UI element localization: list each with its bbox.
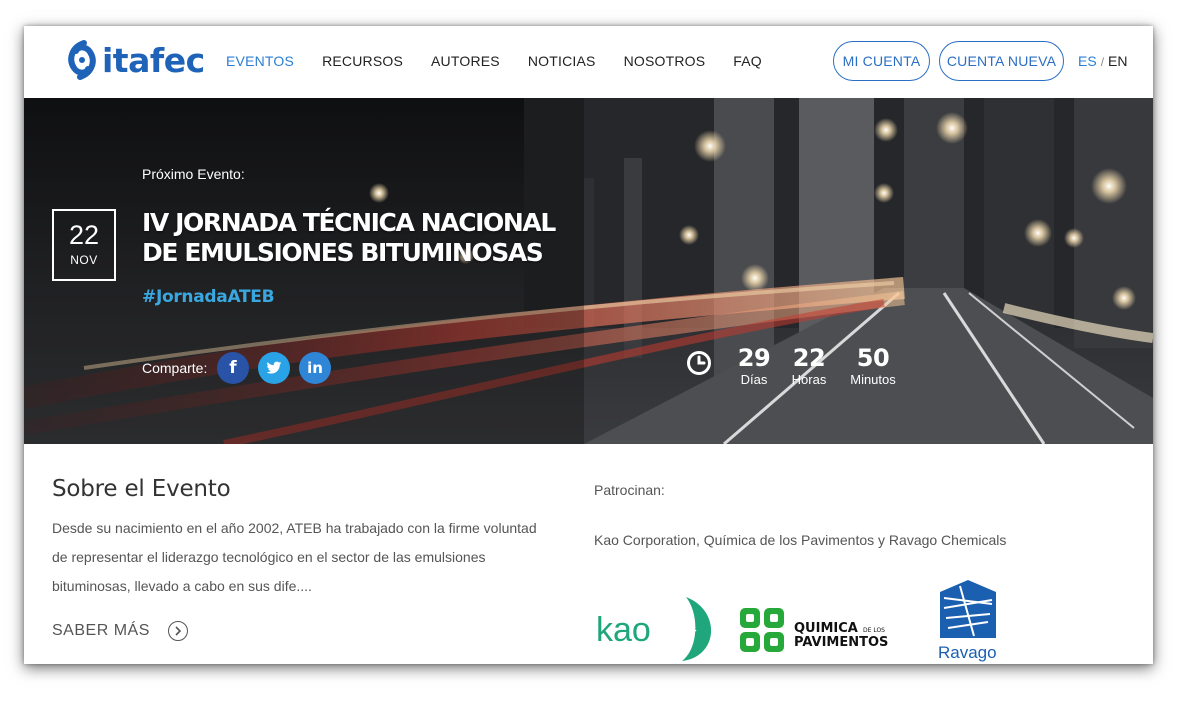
read-more-label: SABER MÁS xyxy=(52,622,150,639)
nav-recursos[interactable]: RECURSOS xyxy=(322,53,403,69)
browser-page: itafec EVENTOS RECURSOS AUTORES NOTICIAS… xyxy=(24,26,1153,664)
chevron-right-icon xyxy=(167,621,188,641)
ravago-logo[interactable]: Ravago xyxy=(930,578,1006,664)
event-hashtag[interactable]: #JornadaATEB xyxy=(142,287,275,307)
sponsors-label: Patrocinan: xyxy=(594,482,665,498)
my-account-button[interactable]: MI CUENTA xyxy=(833,41,930,81)
logo-text: itafec xyxy=(102,40,205,80)
qp-logo-small: DE LOS xyxy=(863,627,885,634)
countdown-days-value: 29 xyxy=(737,344,771,372)
nav-eventos[interactable]: EVENTOS xyxy=(226,53,294,69)
sponsors-names: Kao Corporation, Química de los Paviment… xyxy=(594,532,1007,548)
nav-noticias[interactable]: NOTICIAS xyxy=(528,53,596,69)
new-account-button[interactable]: CUENTA NUEVA xyxy=(939,41,1064,81)
countdown-minutes-value: 50 xyxy=(856,344,890,372)
kao-logo-text: kao xyxy=(596,611,651,649)
lang-en-link[interactable]: EN xyxy=(1108,53,1127,69)
hero-background-image xyxy=(24,98,1153,444)
event-date-month: NOV xyxy=(70,253,98,267)
nav-nosotros[interactable]: NOSOTROS xyxy=(624,53,706,69)
countdown-minutes: 50 Minutos xyxy=(846,345,900,387)
event-date-day: 22 xyxy=(68,220,100,250)
nav-faq[interactable]: FAQ xyxy=(733,53,762,69)
clock-icon xyxy=(687,351,711,375)
site-logo[interactable]: itafec xyxy=(64,35,205,85)
read-more-link[interactable]: SABER MÁS xyxy=(52,621,188,641)
lang-es-link[interactable]: ES xyxy=(1078,53,1097,69)
qp-logo-line2: PAVIMENTOS xyxy=(794,635,888,650)
countdown-days: 29 Días xyxy=(734,345,774,387)
quimica-pavimentos-logo[interactable]: QUIMICA DE LOS PAVIMENTOS xyxy=(738,606,914,656)
kao-logo[interactable]: kao xyxy=(594,591,714,664)
qp-logo-line1: QUIMICA xyxy=(794,621,858,636)
countdown-hours-value: 22 xyxy=(792,344,826,372)
hero-banner: Próximo Evento: 22 NOV IV JORNADA TÉCNIC… xyxy=(24,98,1153,444)
main-nav: EVENTOS RECURSOS AUTORES NOTICIAS NOSOTR… xyxy=(226,53,790,69)
linkedin-share-button[interactable]: in xyxy=(299,352,331,384)
share-label: Comparte: xyxy=(142,360,208,376)
countdown-days-label: Días xyxy=(740,372,768,387)
about-title: Sobre el Evento xyxy=(52,476,231,502)
countdown-hours-label: Horas xyxy=(791,372,827,387)
ravago-logo-text: Ravago xyxy=(938,643,997,662)
next-event-label: Próximo Evento: xyxy=(142,166,245,182)
about-description: Desde su nacimiento en el año 2002, ATEB… xyxy=(52,520,537,594)
countdown-hours: 22 Horas xyxy=(787,345,831,387)
event-title[interactable]: IV JORNADA TÉCNICA NACIONAL DE EMULSIONE… xyxy=(142,208,582,268)
lang-separator: / xyxy=(1100,55,1105,69)
language-switcher: ES / EN xyxy=(1078,53,1127,69)
nav-autores[interactable]: AUTORES xyxy=(431,53,500,69)
twitter-share-button[interactable] xyxy=(258,352,290,384)
event-date-badge: 22 NOV xyxy=(52,209,116,281)
site-header: itafec EVENTOS RECURSOS AUTORES NOTICIAS… xyxy=(24,26,1153,98)
facebook-share-button[interactable]: f xyxy=(217,352,249,384)
logo-mark-icon xyxy=(68,40,96,80)
countdown-minutes-label: Minutos xyxy=(850,372,896,387)
twitter-bird-icon xyxy=(266,361,282,374)
